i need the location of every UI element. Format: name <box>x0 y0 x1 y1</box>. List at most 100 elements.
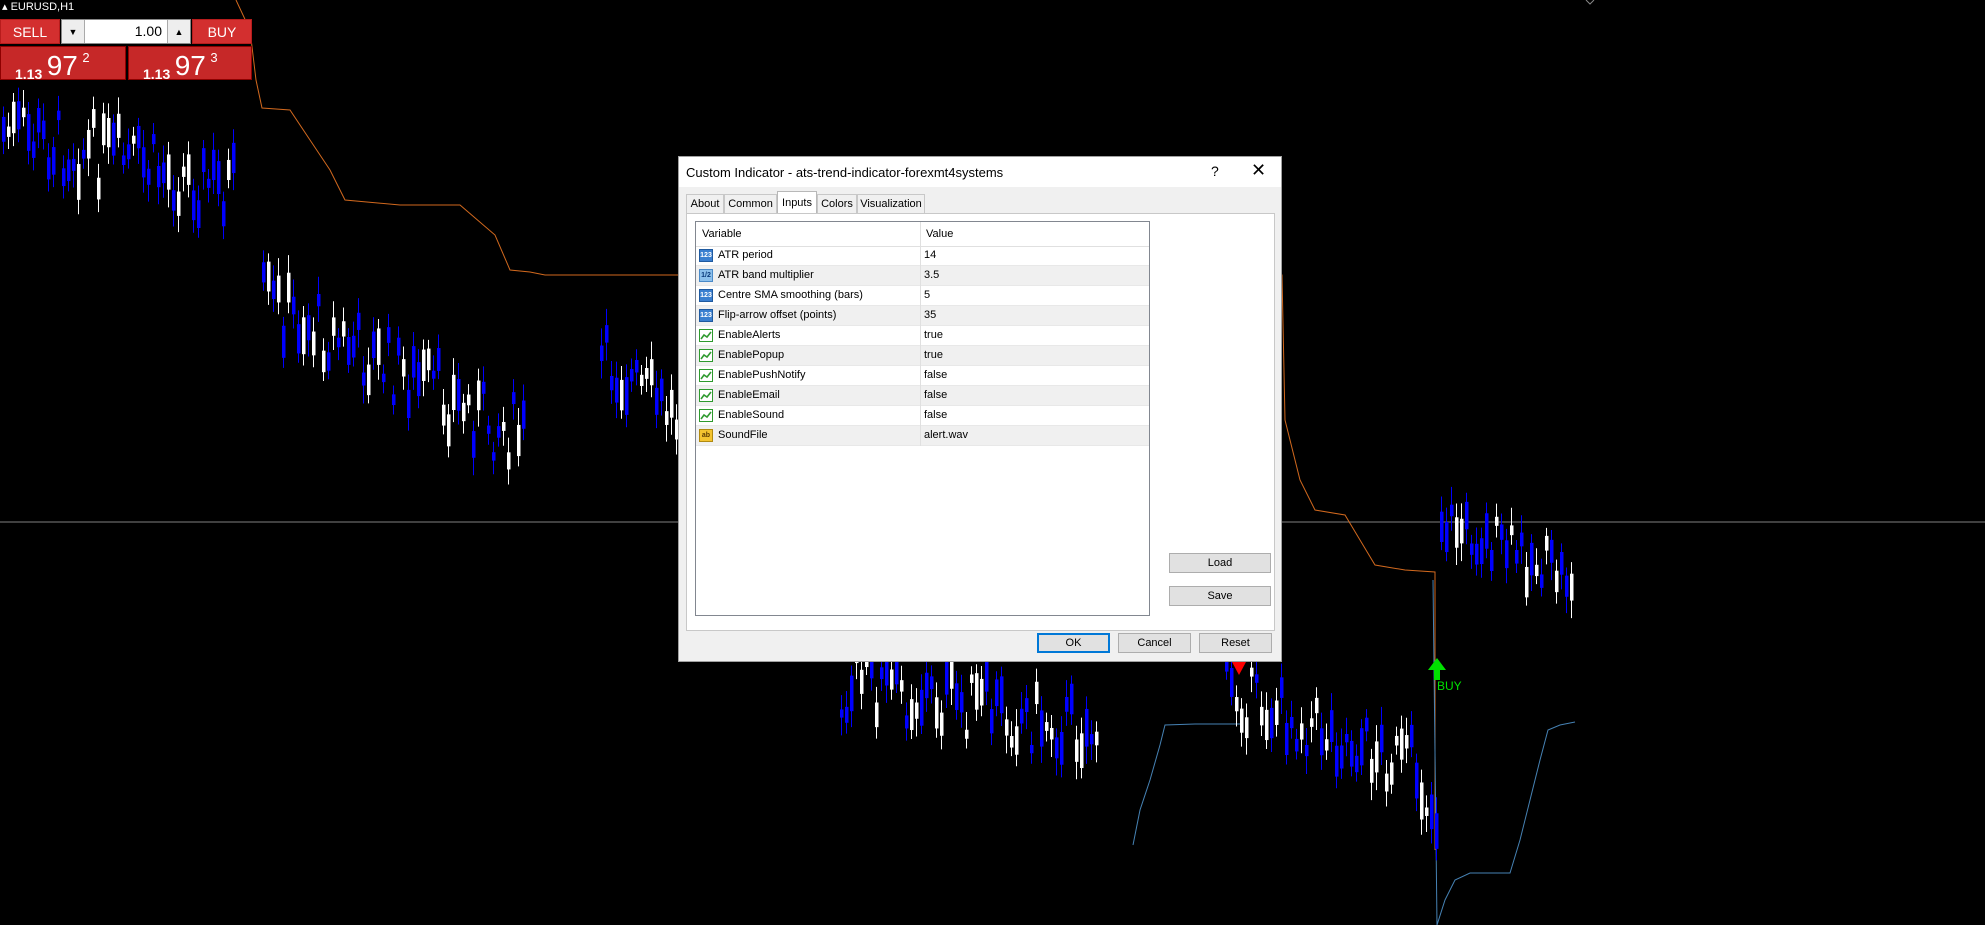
tab-about[interactable]: About <box>686 194 724 213</box>
variable-value[interactable]: 35 <box>924 309 936 321</box>
variable-value[interactable]: true <box>924 349 943 361</box>
candle-body <box>47 157 51 180</box>
candle-body <box>955 683 959 711</box>
save-button[interactable]: Save <box>1169 586 1271 606</box>
candle-body <box>905 715 909 729</box>
caret-down-icon[interactable]: ▼ <box>62 20 85 43</box>
boolean-type-icon <box>699 409 713 422</box>
sell-button[interactable]: SELL <box>0 19 60 44</box>
grid-header: Variable Value <box>696 222 1149 247</box>
variable-value[interactable]: 3.5 <box>924 269 939 281</box>
candle-body <box>342 321 346 337</box>
grid-row[interactable]: EnablePushNotify false <box>696 366 1149 386</box>
candle-body <box>282 325 286 358</box>
candle-body <box>372 331 376 359</box>
candle-body <box>1335 745 1339 777</box>
candle-body <box>382 373 386 383</box>
grid-row[interactable]: EnableAlerts true <box>696 326 1149 346</box>
variable-value[interactable]: alert.wav <box>924 429 968 441</box>
candle-body <box>875 702 879 728</box>
reset-button[interactable]: Reset <box>1199 633 1272 653</box>
grid-row[interactable]: EnableEmail false <box>696 386 1149 406</box>
row-divider <box>920 346 921 366</box>
lower-atr-band <box>1132 723 1240 846</box>
variable-name: EnableEmail <box>718 389 780 401</box>
buy-button[interactable]: BUY <box>192 19 252 44</box>
candle-body <box>2 116 6 142</box>
candle-body <box>1450 504 1454 517</box>
candle-body <box>277 275 281 303</box>
ok-button[interactable]: OK <box>1037 633 1110 653</box>
candle-body <box>362 372 366 386</box>
sell-price-display[interactable]: 1.13 97 2 <box>0 46 126 82</box>
candle-body <box>1375 741 1379 773</box>
tab-visualization[interactable]: Visualization <box>857 194 925 213</box>
column-divider[interactable] <box>920 222 921 246</box>
grid-row[interactable]: 1/2 ATR band multiplier 3.5 <box>696 266 1149 286</box>
candle-body <box>1045 722 1049 731</box>
candle-body <box>492 452 496 461</box>
grid-row[interactable]: EnableSound false <box>696 406 1149 426</box>
cancel-button[interactable]: Cancel <box>1118 633 1191 653</box>
tab-common[interactable]: Common <box>724 194 777 213</box>
grid-row[interactable]: 123 Flip-arrow offset (points) 35 <box>696 306 1149 326</box>
candle-body <box>970 674 974 683</box>
row-divider <box>920 406 921 426</box>
close-icon[interactable]: ✕ <box>1251 160 1266 181</box>
candle-body <box>1530 542 1534 576</box>
candle-body <box>1255 674 1259 683</box>
candle-body <box>267 261 271 292</box>
candle-body <box>32 141 36 158</box>
candle-body <box>1475 543 1479 565</box>
candle-body <box>1440 511 1444 542</box>
variable-value[interactable]: false <box>924 389 947 401</box>
candle-body <box>487 425 491 434</box>
candle-body <box>885 659 889 686</box>
tab-colors[interactable]: Colors <box>817 194 857 213</box>
help-button[interactable]: ? <box>1211 163 1219 179</box>
candle-body <box>975 673 979 710</box>
variable-name: EnableSound <box>718 409 785 421</box>
candle-body <box>920 689 924 726</box>
candle-body <box>1290 716 1294 729</box>
candle-body <box>655 387 659 415</box>
candle-body <box>1340 745 1344 769</box>
buy-arrow-icon <box>1428 658 1446 680</box>
candle-body <box>1230 668 1234 697</box>
column-header-value[interactable]: Value <box>926 228 953 240</box>
candle-body <box>387 327 391 343</box>
variable-value[interactable]: false <box>924 369 947 381</box>
buy-price-display[interactable]: 1.13 97 3 <box>128 46 252 82</box>
grid-row[interactable]: 123 ATR period 14 <box>696 246 1149 266</box>
candle-body <box>1005 719 1009 736</box>
candle-body <box>1085 708 1089 747</box>
variable-value[interactable]: false <box>924 409 947 421</box>
dialog-titlebar[interactable]: Custom Indicator - ats-trend-indicator-f… <box>679 157 1281 187</box>
tab-inputs[interactable]: Inputs <box>777 191 817 214</box>
candle-body <box>192 190 196 221</box>
variable-value[interactable]: 14 <box>924 249 936 261</box>
candle-body <box>630 368 634 382</box>
grid-row[interactable]: EnablePopup true <box>696 346 1149 366</box>
candle-body <box>437 348 441 371</box>
candle-body <box>222 201 226 227</box>
column-header-variable[interactable]: Variable <box>702 228 742 240</box>
inputs-grid[interactable]: Variable Value 123 ATR period 14 1/2 ATR ban… <box>695 221 1150 616</box>
lot-size-input[interactable]: 1.00 <box>135 23 162 39</box>
lot-size-stepper[interactable]: ▼ 1.00 ▲ <box>61 19 191 44</box>
grid-row[interactable]: 123 Centre SMA smoothing (bars) 5 <box>696 286 1149 306</box>
caret-up-icon[interactable]: ▲ <box>167 20 190 43</box>
candle-body <box>625 377 629 415</box>
candle-body <box>1235 697 1239 712</box>
variable-value[interactable]: true <box>924 329 943 341</box>
candle-body <box>1545 535 1549 551</box>
candle-body <box>1270 707 1274 739</box>
candle-body <box>1455 517 1459 548</box>
grid-row[interactable]: ab SoundFile alert.wav <box>696 426 1149 446</box>
symbol-text: EURUSD,H1 <box>10 1 75 13</box>
candle-body <box>302 317 306 355</box>
candle-body <box>1425 807 1429 816</box>
load-button[interactable]: Load <box>1169 553 1271 573</box>
variable-value[interactable]: 5 <box>924 289 930 301</box>
candle-body <box>1570 573 1574 601</box>
